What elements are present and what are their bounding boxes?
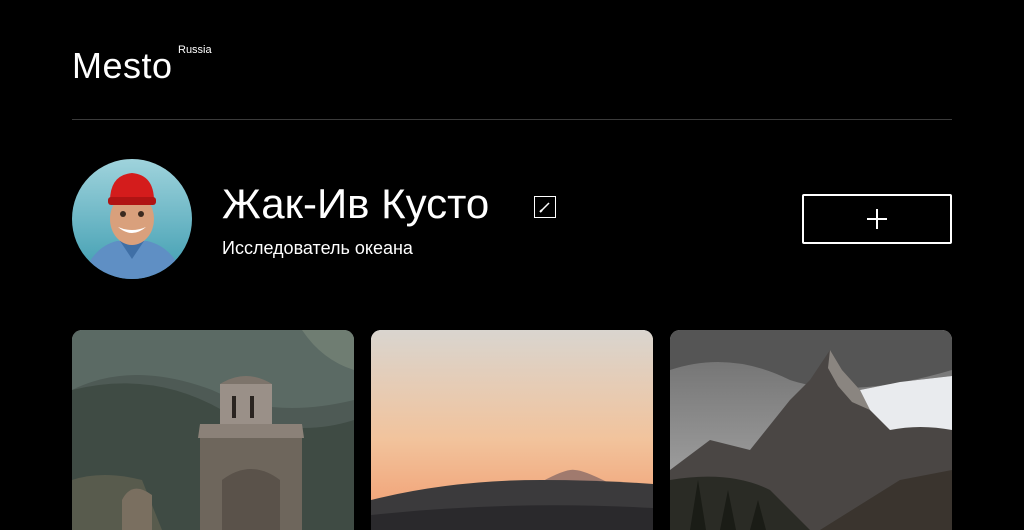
edit-profile-button[interactable] <box>534 196 556 218</box>
profile-name: Жак-Ив Кусто <box>222 180 490 227</box>
card-2[interactable] <box>371 330 653 530</box>
profile-about: Исследователь океана <box>222 238 413 258</box>
avatar-image <box>72 159 192 279</box>
page-header: Mesto Russia <box>72 0 952 120</box>
card-image-mountain-church[interactable] <box>72 330 354 530</box>
avatar[interactable] <box>72 159 192 279</box>
card-image-snowy-peaks[interactable] <box>670 330 952 530</box>
logo[interactable]: Mesto <box>72 46 173 86</box>
logo-superscript: Russia <box>178 44 212 56</box>
card-3[interactable] <box>670 330 952 530</box>
add-card-button[interactable] <box>802 194 952 244</box>
card-image-sunset-mountain[interactable] <box>371 330 653 530</box>
pencil-icon <box>539 202 550 213</box>
plus-icon <box>867 209 887 229</box>
card-1[interactable] <box>72 330 354 530</box>
profile-section: Жак-Ив Кусто Исследователь океана <box>72 159 952 279</box>
